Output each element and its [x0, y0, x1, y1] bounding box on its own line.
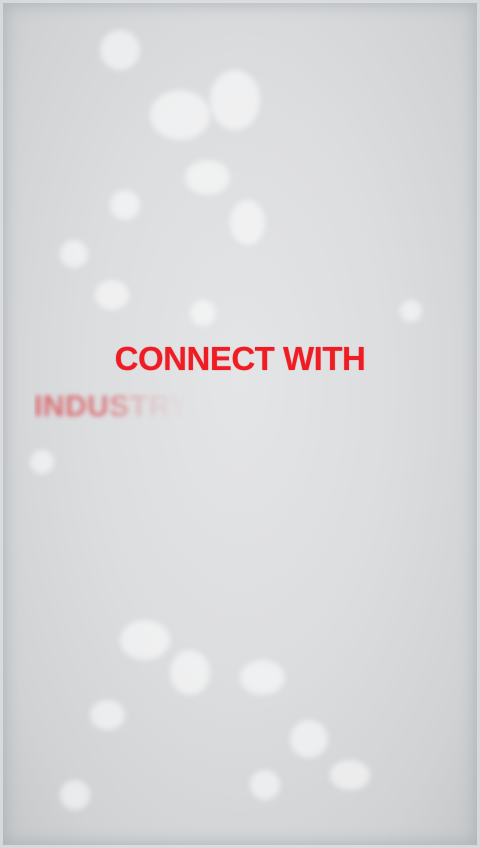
splash-screen: CONNECT WITH INDUSTRY: [0, 0, 480, 848]
screen-border: [0, 0, 480, 848]
background-bokeh: [0, 0, 480, 848]
subline: INDUSTRY: [34, 390, 191, 423]
headline: CONNECT WITH: [114, 340, 366, 377]
